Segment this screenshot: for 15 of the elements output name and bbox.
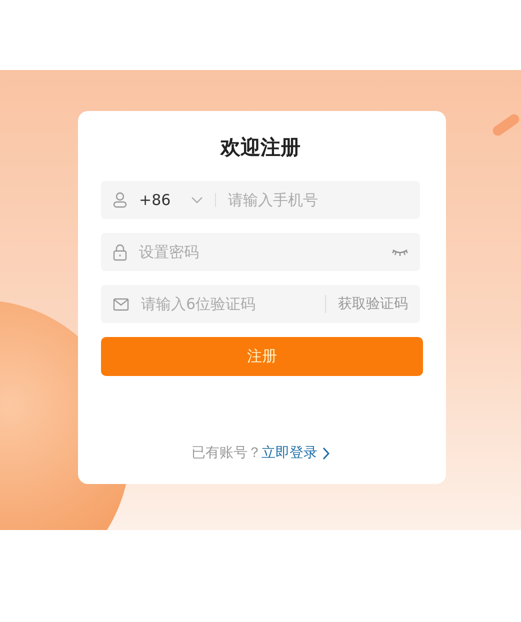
- phone-field[interactable]: +86 请输入手机号: [101, 181, 420, 219]
- form-title: 欢迎注册: [219, 134, 302, 161]
- chevron-down-icon[interactable]: [191, 196, 203, 204]
- phone-input[interactable]: 请输入手机号: [228, 191, 408, 209]
- mail-icon: [113, 298, 129, 310]
- chevron-right-icon: [322, 446, 330, 460]
- country-code[interactable]: +86: [139, 191, 179, 209]
- password-input[interactable]: 设置密码: [139, 243, 380, 261]
- code-input[interactable]: 请输入6位验证码: [141, 295, 313, 313]
- password-field[interactable]: 设置密码: [101, 233, 420, 271]
- lock-icon: [113, 244, 127, 260]
- eye-closed-icon[interactable]: [392, 248, 408, 256]
- login-link[interactable]: 立即登录: [262, 444, 330, 462]
- user-icon: [113, 192, 127, 208]
- account-prompt: 已有账号？: [192, 444, 262, 462]
